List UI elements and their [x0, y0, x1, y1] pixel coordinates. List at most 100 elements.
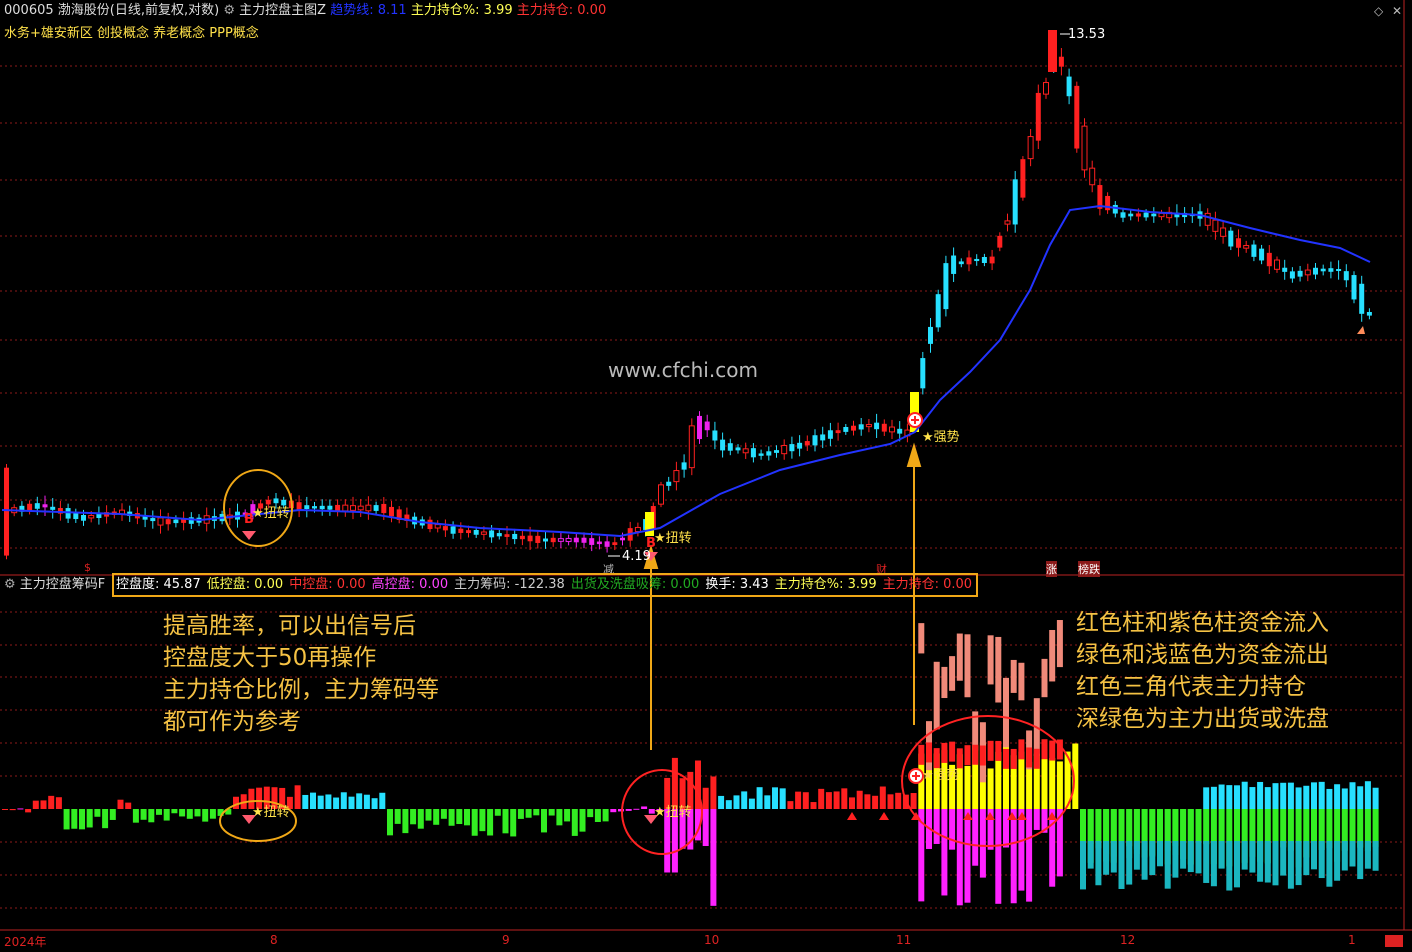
- flow-bar: [1056, 620, 1063, 668]
- stock-code[interactable]: 000605: [4, 3, 54, 18]
- flow-bar: [1018, 662, 1025, 701]
- candle-body: [365, 504, 372, 512]
- settings-icon[interactable]: ⚙: [4, 577, 16, 592]
- flow-bar: [1357, 841, 1364, 880]
- flow-bar: [772, 787, 778, 809]
- flow-bar: [494, 809, 501, 816]
- flow-bar: [1311, 782, 1317, 809]
- candle-body: [634, 526, 641, 533]
- close-icon[interactable]: ✕: [1392, 4, 1402, 18]
- collapse-icon[interactable]: ◇: [1374, 4, 1383, 18]
- subpanel-title[interactable]: ⚙ 主力控盘筹码F: [4, 577, 105, 593]
- candle-body: [304, 505, 310, 510]
- flow-bar: [964, 809, 971, 903]
- candle-body: [1120, 212, 1126, 218]
- flow-bar: [818, 788, 825, 809]
- candle-body: [1089, 167, 1096, 186]
- axis-month: 8: [270, 933, 278, 947]
- flow-bar: [94, 809, 101, 817]
- candle-body: [357, 505, 364, 511]
- candle-body: [1128, 213, 1134, 217]
- flow-bar: [464, 809, 470, 826]
- indicator-field: 控盘度: 45.87: [116, 577, 201, 592]
- candle-body: [504, 534, 510, 537]
- flow-bar: [910, 793, 917, 809]
- flow-bar: [425, 809, 432, 821]
- flow-bar: [1226, 841, 1233, 891]
- candle-body: [88, 514, 95, 519]
- flow-bar: [17, 808, 24, 810]
- flow-bar: [718, 795, 725, 809]
- flow-bar: [618, 809, 624, 812]
- candle-body: [673, 470, 680, 483]
- holding-triangle-icon: [879, 812, 889, 820]
- flow-bar: [194, 809, 201, 817]
- flow-bar: [1287, 782, 1294, 809]
- event-mark[interactable]: $: [84, 561, 91, 574]
- candle-body: [81, 514, 86, 521]
- candle-body: [658, 484, 664, 505]
- flow-bar: [55, 797, 62, 809]
- flow-bar: [625, 809, 632, 811]
- flow-bar: [1226, 785, 1233, 809]
- candle-body: [697, 415, 702, 440]
- flow-bar: [1049, 629, 1056, 682]
- flow-bar: [633, 808, 640, 810]
- flow-bar: [1326, 841, 1333, 887]
- candle-body: [496, 533, 502, 537]
- flow-bar: [941, 666, 948, 699]
- candle-body: [835, 430, 841, 434]
- flow-bar: [1241, 781, 1248, 809]
- event-mark[interactable]: 榜跌: [1078, 561, 1100, 577]
- axis-month: 1: [1348, 933, 1356, 947]
- flow-bar: [71, 809, 78, 829]
- flow-bar: [1041, 739, 1048, 760]
- candle-body: [874, 422, 880, 430]
- event-mark[interactable]: 涨: [1046, 561, 1057, 577]
- flow-bar: [417, 809, 424, 829]
- annotation-right: 红色柱和紫色柱资金流入 绿色和浅蓝色为资金流出 红色三角代表主力持仓 深绿色为主…: [1076, 607, 1329, 735]
- scroll-handle[interactable]: [1385, 935, 1403, 947]
- flow-bar: [956, 809, 963, 906]
- stock-name[interactable]: 渤海股份: [58, 3, 110, 18]
- indicator-field: 主力持仓: 0.00: [882, 577, 973, 592]
- candle-body: [519, 535, 525, 540]
- buy-marker: B: [244, 512, 254, 527]
- candle-body: [312, 506, 317, 509]
- flow-bar: [1349, 782, 1356, 809]
- flow-bar: [1326, 788, 1333, 809]
- flow-bar: [795, 791, 802, 809]
- watermark: www.cfchi.com: [608, 358, 758, 382]
- flow-bar: [1349, 841, 1356, 867]
- flow-bar: [995, 636, 1002, 703]
- settings-icon[interactable]: ⚙: [223, 3, 235, 18]
- flow-bar: [479, 809, 486, 832]
- flow-bar: [171, 809, 178, 814]
- candle-body: [342, 504, 349, 512]
- flow-bar: [456, 809, 463, 825]
- candle-body: [897, 428, 903, 434]
- flow-bar: [571, 809, 578, 836]
- candle-body: [480, 531, 487, 535]
- flow-bar: [1218, 784, 1225, 809]
- flow-bar: [710, 809, 717, 906]
- flow-bar: [548, 809, 555, 816]
- candle-body: [781, 444, 788, 455]
- flow-bar: [209, 809, 216, 819]
- holding-triangle-icon: [847, 812, 857, 820]
- flow-bar: [1003, 748, 1009, 769]
- annotation-line: 都可作为参考: [163, 709, 301, 735]
- candle-body: [173, 519, 179, 524]
- flow-bar: [510, 809, 517, 837]
- flow-bar: [918, 744, 925, 765]
- candle-body: [604, 541, 610, 547]
- flow-bar: [979, 745, 986, 766]
- flow-bar: [1087, 841, 1094, 869]
- flow-bar: [1341, 788, 1348, 809]
- flow-bar: [1018, 751, 1025, 809]
- indicator-name[interactable]: 主力控盘主图Z: [239, 3, 326, 18]
- flow-bar: [102, 809, 109, 829]
- candle-body: [712, 430, 718, 441]
- candle-body: [612, 542, 618, 545]
- candle-body: [943, 263, 949, 310]
